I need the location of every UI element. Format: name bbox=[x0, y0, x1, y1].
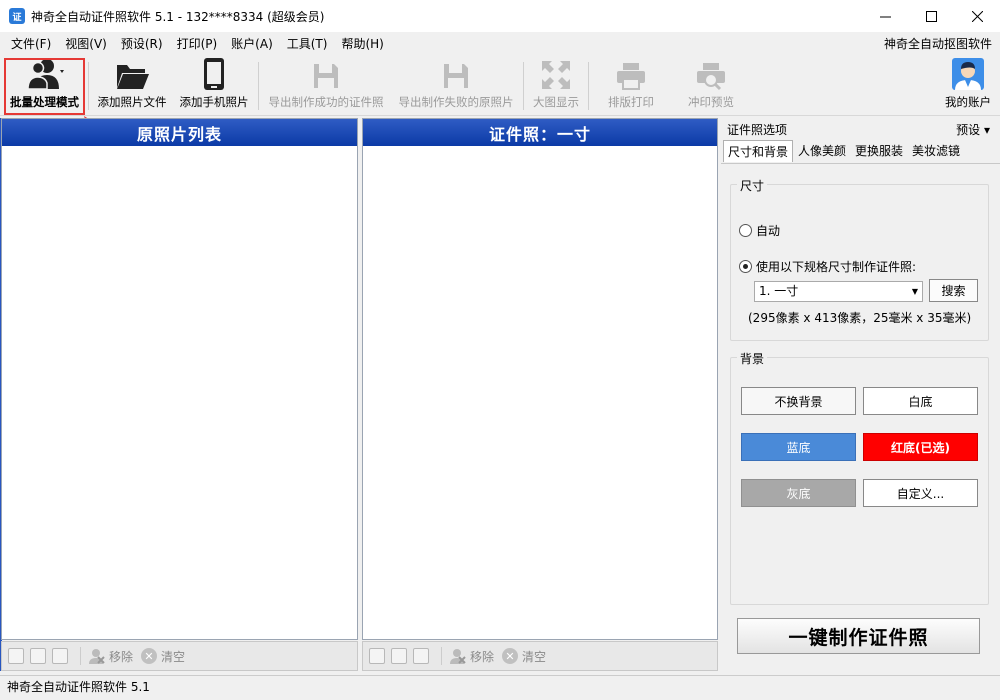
export-success-button[interactable]: 导出制作成功的证件照 bbox=[262, 56, 390, 114]
toolbar: 批量处理模式 添加照片文件 添加手机照片 导出制作成功的证件照 导出制作失败的原… bbox=[0, 56, 1000, 116]
cutout-software-link[interactable]: 神奇全自动抠图软件 bbox=[884, 32, 992, 56]
close-button[interactable] bbox=[954, 0, 1000, 32]
remove-label[interactable]: 移除 bbox=[109, 648, 133, 665]
clear-icon[interactable]: ✕ bbox=[141, 648, 158, 664]
export-success-label: 导出制作成功的证件照 bbox=[268, 95, 384, 109]
spec-size-radio[interactable]: 使用以下规格尺寸制作证件照: bbox=[739, 258, 916, 275]
options-panel: 证件照选项 预设 ▾ 尺寸和背景 人像美颜 更换服装 美妆滤镜 尺寸 自动 使用… bbox=[721, 118, 1000, 671]
minimize-button[interactable] bbox=[862, 0, 908, 32]
menu-help[interactable]: 帮助(H) bbox=[334, 32, 390, 56]
close-icon bbox=[971, 10, 983, 22]
original-photo-panel: 原照片列表 bbox=[1, 118, 358, 640]
print-preview-button[interactable]: 冲印预览 bbox=[676, 56, 746, 114]
menu-account[interactable]: 账户(A) bbox=[224, 32, 280, 56]
background-group: 背景 不换背景 白底 蓝底 红底(已选) 灰底 自定义... bbox=[730, 350, 989, 605]
phone-icon bbox=[204, 58, 224, 90]
blue-background-button[interactable]: 蓝底 bbox=[741, 433, 856, 461]
menu-tools[interactable]: 工具(T) bbox=[280, 32, 335, 56]
gray-background-button[interactable]: 灰底 bbox=[741, 479, 856, 507]
maximize-button[interactable] bbox=[908, 0, 954, 32]
layout-print-button[interactable]: 排版打印 bbox=[596, 56, 666, 114]
remove-icon[interactable] bbox=[448, 647, 466, 665]
auto-size-radio[interactable]: 自动 bbox=[739, 222, 780, 239]
white-background-button[interactable]: 白底 bbox=[863, 387, 978, 415]
uncheck-all-icon[interactable] bbox=[30, 648, 46, 664]
preset-dropdown[interactable]: 预设 ▾ bbox=[956, 121, 990, 138]
folder-icon bbox=[117, 65, 149, 89]
save-icon bbox=[444, 64, 468, 88]
save-icon bbox=[314, 64, 338, 88]
highlight-box bbox=[4, 58, 85, 115]
add-photo-file-button[interactable]: 添加照片文件 bbox=[92, 56, 172, 114]
size-group: 尺寸 自动 使用以下规格尺寸制作证件照: 1. 一寸 ▼ 搜索 (295像素 x… bbox=[730, 177, 989, 341]
export-failed-label: 导出制作失败的原照片 bbox=[398, 95, 514, 109]
tab-change-clothes[interactable]: 更换服装 bbox=[851, 140, 907, 162]
tab-portrait-beauty[interactable]: 人像美颜 bbox=[794, 140, 850, 162]
tab-makeup-filter[interactable]: 美妆滤镜 bbox=[908, 140, 964, 162]
export-failed-button[interactable]: 导出制作失败的原照片 bbox=[392, 56, 520, 114]
print-preview-icon bbox=[697, 63, 725, 91]
menu-file[interactable]: 文件(F) bbox=[4, 32, 58, 56]
check-all-icon[interactable] bbox=[369, 648, 385, 664]
check-all-icon[interactable] bbox=[8, 648, 24, 664]
printer-icon bbox=[617, 63, 645, 90]
large-view-label: 大图显示 bbox=[533, 95, 579, 109]
status-bar: 神奇全自动证件照软件 5.1 bbox=[0, 675, 1000, 700]
add-photo-file-label: 添加照片文件 bbox=[97, 95, 167, 109]
size-group-title: 尺寸 bbox=[737, 177, 768, 194]
custom-background-button[interactable]: 自定义... bbox=[863, 479, 978, 507]
id-photo-panel: 证件照：一寸 bbox=[362, 118, 718, 640]
fullscreen-icon bbox=[542, 61, 570, 89]
keep-background-button[interactable]: 不换背景 bbox=[741, 387, 856, 415]
minimize-icon bbox=[879, 16, 891, 17]
uncheck-all-icon[interactable] bbox=[391, 648, 407, 664]
original-photo-footer: 移除 ✕ 清空 bbox=[1, 641, 358, 671]
invert-selection-icon[interactable] bbox=[52, 648, 68, 664]
radio-indicator bbox=[739, 260, 752, 273]
menu-bar: 文件(F) 视图(V) 预设(R) 打印(P) 账户(A) 工具(T) 帮助(H… bbox=[0, 32, 1000, 56]
menu-print[interactable]: 打印(P) bbox=[170, 32, 225, 56]
menu-view[interactable]: 视图(V) bbox=[58, 32, 114, 56]
id-photo-footer: 移除 ✕ 清空 bbox=[362, 641, 718, 671]
red-background-button[interactable]: 红底(已选) bbox=[863, 433, 978, 461]
dropdown-arrow-icon: ▼ bbox=[911, 287, 918, 296]
radio-indicator bbox=[739, 224, 752, 237]
add-phone-photo-button[interactable]: 添加手机照片 bbox=[174, 56, 254, 114]
my-account-label: 我的账户 bbox=[945, 95, 991, 109]
clear-label[interactable]: 清空 bbox=[522, 648, 546, 665]
background-group-title: 背景 bbox=[737, 350, 768, 367]
size-dimensions: (295像素 x 413像素，25毫米 x 35毫米) bbox=[748, 311, 972, 325]
remove-label[interactable]: 移除 bbox=[470, 648, 494, 665]
layout-print-label: 排版打印 bbox=[608, 95, 654, 109]
window-title: 神奇全自动证件照软件 5.1 - 132****8334 (超级会员) bbox=[31, 9, 325, 24]
invert-selection-icon[interactable] bbox=[413, 648, 429, 664]
original-photo-list[interactable] bbox=[2, 146, 357, 639]
my-account-button[interactable]: 我的账户 bbox=[938, 56, 998, 114]
make-id-photo-button[interactable]: 一键制作证件照 bbox=[737, 618, 980, 654]
id-photo-list[interactable] bbox=[363, 146, 717, 639]
add-phone-photo-label: 添加手机照片 bbox=[179, 95, 249, 109]
original-photo-title: 原照片列表 bbox=[2, 119, 357, 146]
clear-icon[interactable]: ✕ bbox=[502, 648, 519, 664]
options-heading: 证件照选项 bbox=[727, 123, 788, 137]
avatar-icon bbox=[952, 58, 984, 90]
tab-size-background[interactable]: 尺寸和背景 bbox=[723, 140, 794, 162]
maximize-icon bbox=[925, 10, 937, 22]
large-view-button[interactable]: 大图显示 bbox=[527, 56, 585, 114]
size-spec-select[interactable]: 1. 一寸 ▼ bbox=[754, 281, 923, 302]
clear-label[interactable]: 清空 bbox=[161, 648, 185, 665]
app-icon: 证 bbox=[9, 8, 25, 24]
search-button[interactable]: 搜索 bbox=[929, 279, 978, 302]
options-tabs: 尺寸和背景 人像美颜 更换服装 美妆滤镜 bbox=[723, 140, 965, 162]
menu-preset[interactable]: 预设(R) bbox=[114, 32, 170, 56]
remove-icon[interactable] bbox=[87, 647, 105, 665]
print-preview-label: 冲印预览 bbox=[688, 95, 734, 109]
id-photo-title: 证件照：一寸 bbox=[363, 119, 717, 146]
title-bar: 证 神奇全自动证件照软件 5.1 - 132****8334 (超级会员) bbox=[0, 0, 1000, 32]
tab-content: 尺寸 自动 使用以下规格尺寸制作证件照: 1. 一寸 ▼ 搜索 (295像素 x… bbox=[721, 163, 1000, 663]
